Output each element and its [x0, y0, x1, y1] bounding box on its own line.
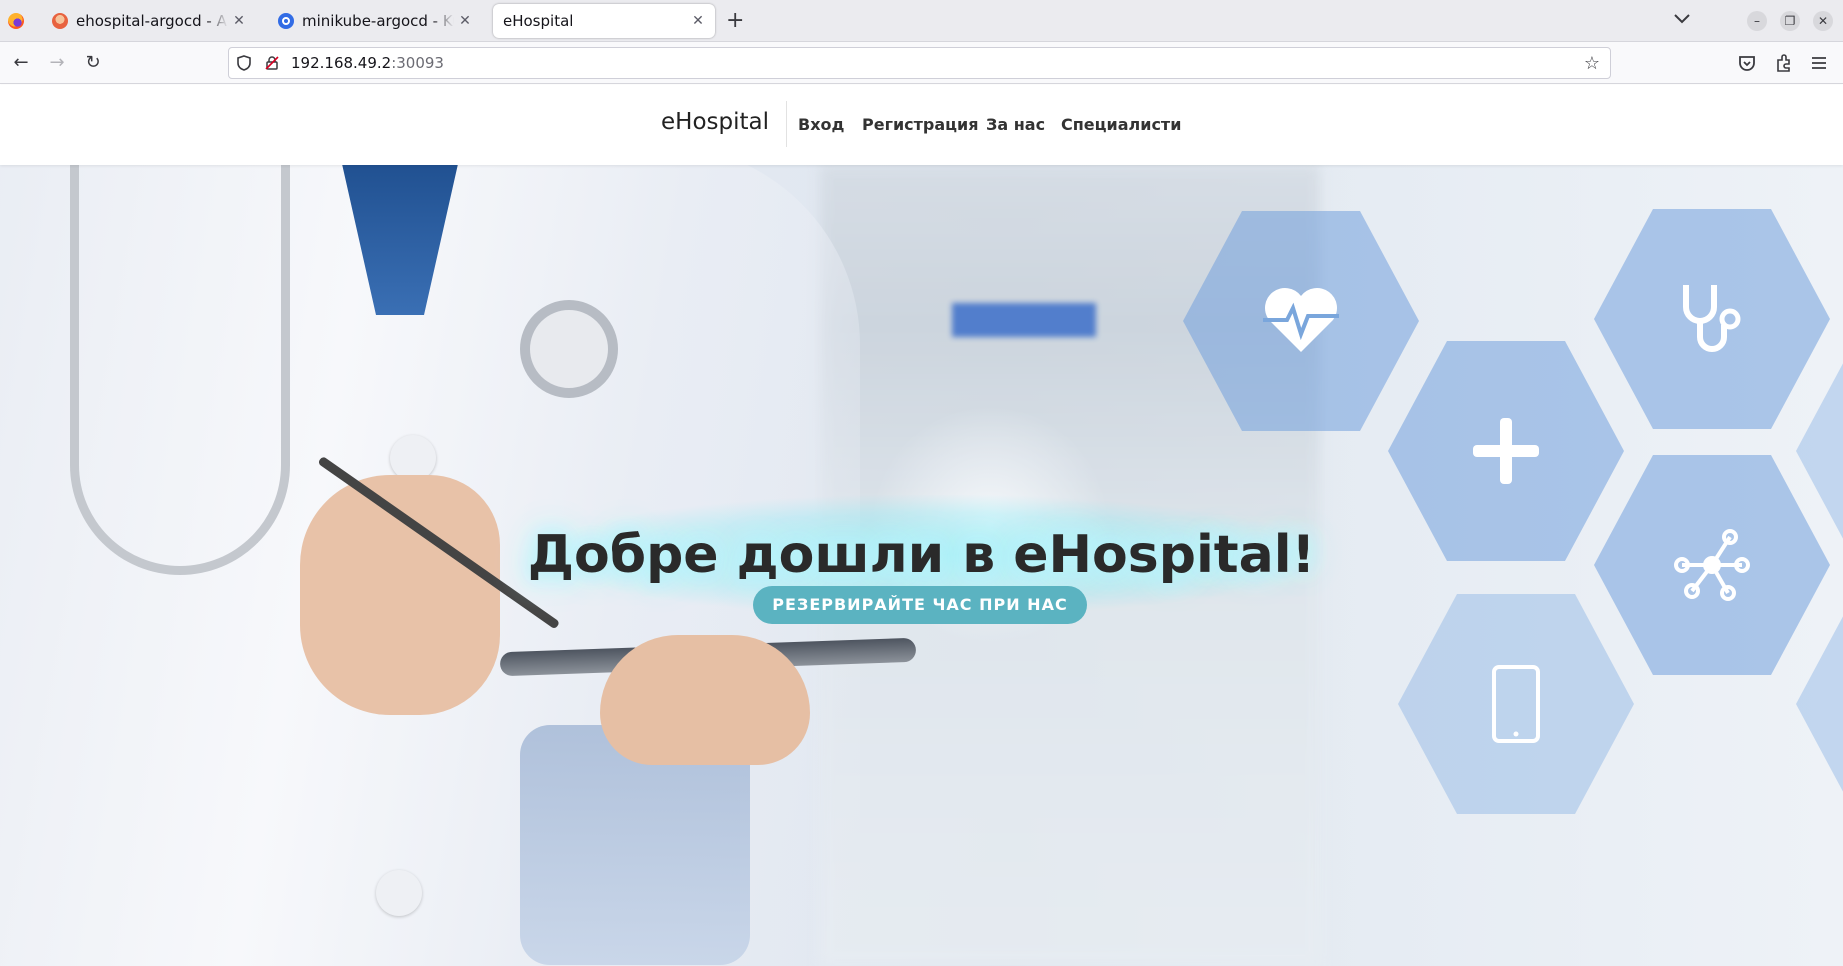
tab-ehospital[interactable]: eHospital ✕ — [493, 4, 715, 38]
kubernetes-icon — [278, 13, 294, 29]
extensions-icon[interactable] — [1772, 52, 1794, 74]
site-brand[interactable]: eHospital — [661, 109, 769, 135]
tab-minikube-argocd[interactable]: minikube-argocd - Kuber ✕ — [268, 4, 482, 38]
stethoscope-tube-image — [70, 165, 290, 575]
smartphone-icon — [1492, 665, 1540, 743]
url-text: 192.168.49.2:30093 — [291, 54, 444, 72]
site-header: eHospital Вход Регистрация За нас Специа… — [0, 85, 1843, 165]
doctor-hand-image — [600, 635, 810, 765]
bookmark-star-icon[interactable]: ☆ — [1584, 53, 1600, 74]
header-divider — [786, 101, 787, 147]
new-tab-icon[interactable]: + — [726, 8, 744, 34]
hexagon-smartphone — [1398, 594, 1634, 814]
forward-icon[interactable]: → — [45, 51, 69, 75]
tab-label: eHospital — [503, 12, 574, 30]
back-icon[interactable]: ← — [9, 51, 33, 75]
hexagon-partial — [1796, 594, 1843, 814]
url-host: 192.168.49.2 — [291, 54, 392, 72]
stethoscope-icon — [1683, 285, 1741, 352]
tab-label: ehospital-argocd - Applic — [76, 12, 228, 30]
stethoscope-chestpiece-image — [520, 300, 618, 398]
address-bar[interactable]: 192.168.49.2:30093 ☆ — [228, 47, 1611, 79]
nav-about[interactable]: За нас — [986, 115, 1045, 134]
url-port: :30093 — [391, 54, 444, 72]
hero-section: Добре дошли в eHospital! РЕЗЕРВИРАЙТЕ ЧА… — [0, 165, 1843, 966]
browser-toolbar: ← → ↻ 192.168.49.2:30093 ☆ — [0, 42, 1843, 84]
close-tab-icon[interactable]: ✕ — [691, 13, 705, 29]
hero-title: Добре дошли в eHospital! — [527, 525, 1316, 585]
hamburger-menu-icon[interactable] — [1808, 52, 1830, 74]
background-sign — [952, 303, 1096, 337]
minimize-icon[interactable]: – — [1747, 11, 1767, 31]
book-appointment-button[interactable]: РЕЗЕРВИРАЙТЕ ЧАС ПРИ НАС — [753, 586, 1087, 624]
pocket-icon[interactable] — [1736, 52, 1758, 74]
close-tab-icon[interactable]: ✕ — [232, 13, 246, 29]
nav-login[interactable]: Вход — [798, 115, 844, 134]
browser-tab-bar: ehospital-argocd - Applic ✕ minikube-arg… — [0, 0, 1843, 42]
tab-label: minikube-argocd - Kuber — [302, 12, 454, 30]
nav-specialists[interactable]: Специалисти — [1061, 115, 1181, 134]
close-window-icon[interactable]: ✕ — [1813, 11, 1833, 31]
argo-icon — [52, 13, 68, 29]
heartbeat-icon — [1263, 288, 1339, 352]
nav-register[interactable]: Регистрация — [862, 115, 979, 134]
tracking-protection-shield-icon[interactable] — [237, 55, 251, 71]
reload-icon[interactable]: ↻ — [81, 51, 105, 75]
plus-icon — [1473, 418, 1539, 484]
firefox-menu-icon[interactable] — [8, 13, 24, 29]
coat-button — [376, 870, 422, 916]
restore-icon[interactable]: ❐ — [1780, 11, 1800, 31]
tab-ehospital-argocd[interactable]: ehospital-argocd - Applic ✕ — [42, 4, 256, 38]
hexagon-stethoscope — [1594, 209, 1830, 429]
close-tab-icon[interactable]: ✕ — [458, 13, 472, 29]
list-all-tabs-icon[interactable] — [1674, 12, 1690, 28]
insecure-lock-icon[interactable] — [265, 56, 279, 70]
